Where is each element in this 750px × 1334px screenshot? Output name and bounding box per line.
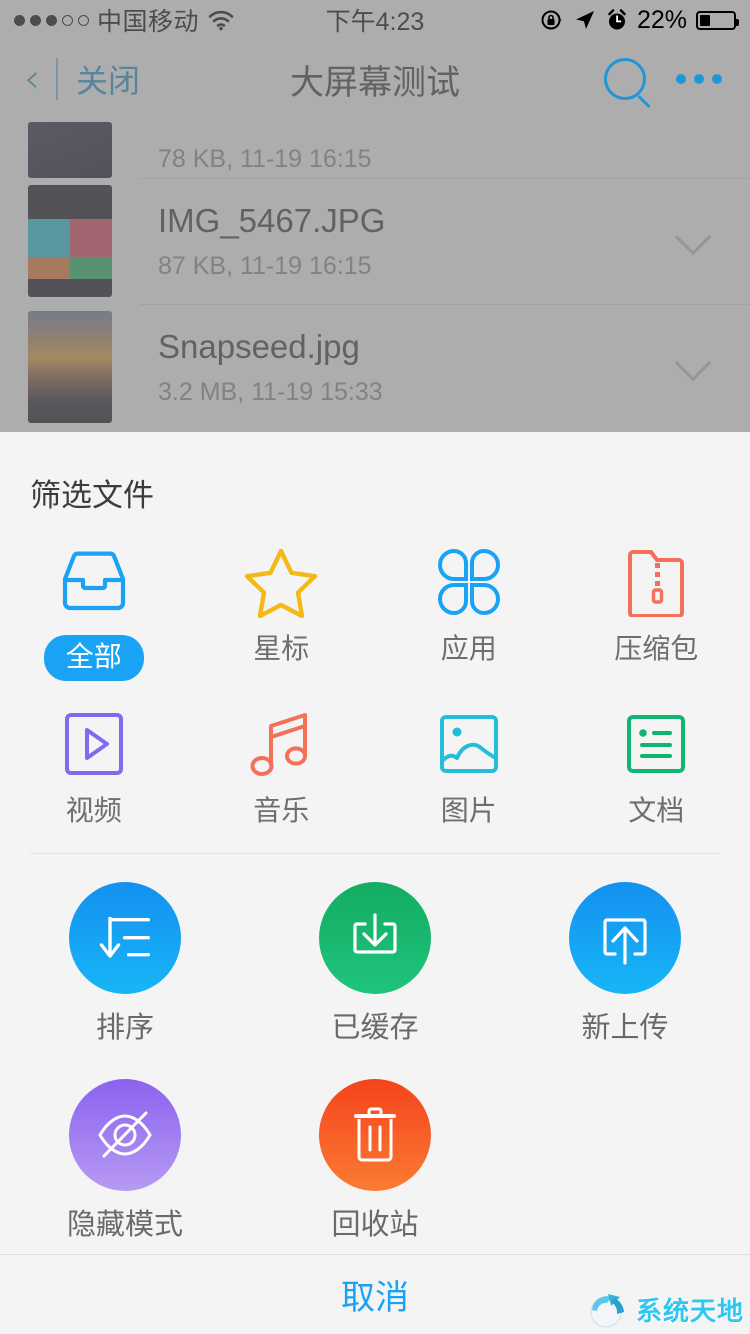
filter-label: 全部 <box>43 635 144 681</box>
rotation-lock-icon <box>541 10 562 30</box>
search-icon[interactable] <box>604 58 646 100</box>
status-bar-right: 22% <box>540 5 739 35</box>
battery-icon <box>696 10 739 30</box>
sort-descending-icon <box>69 881 181 994</box>
action-item-sort[interactable]: 排序 <box>0 860 250 1057</box>
download-box-icon <box>319 881 431 994</box>
filter-label: 图片 <box>440 795 497 826</box>
image-picture-icon <box>430 705 508 783</box>
star-icon <box>242 543 320 621</box>
action-item-hidden-mode[interactable]: 隐藏模式 <box>0 1057 250 1254</box>
document-list-icon <box>617 705 695 783</box>
filter-item-video[interactable]: 视频 <box>0 691 188 835</box>
filter-label: 应用 <box>440 633 497 664</box>
filter-item-apps[interactable]: 应用 <box>375 529 563 691</box>
filter-label: 音乐 <box>253 795 310 826</box>
sheet-title: 筛选文件 <box>30 478 154 513</box>
alarm-clock-icon <box>608 9 626 30</box>
video-play-icon <box>55 705 133 783</box>
upload-box-icon <box>569 881 681 994</box>
action-item-recycle-bin[interactable]: 回收站 <box>250 1057 500 1254</box>
more-dots-icon[interactable] <box>676 74 726 84</box>
action-item-upload[interactable]: 新上传 <box>500 860 750 1057</box>
globe-logo-icon <box>590 1294 624 1328</box>
action-label: 回收站 <box>331 1208 419 1241</box>
filter-item-star[interactable]: 星标 <box>188 529 376 691</box>
watermark-text: 系统天地 <box>635 1295 744 1326</box>
watermark: 系统天地 <box>586 1288 744 1330</box>
music-note-icon <box>242 705 320 783</box>
filter-label: 文档 <box>628 795 685 826</box>
trash-can-icon <box>319 1078 431 1191</box>
nav-bar-right <box>604 58 726 100</box>
filter-item-music[interactable]: 音乐 <box>188 691 376 835</box>
filter-label: 压缩包 <box>614 633 699 664</box>
apps-grid-icon <box>430 543 508 621</box>
filter-grid: 全部 星标 应用 压缩包 视频 音乐 图片 文档 <box>0 515 750 835</box>
eye-slash-icon <box>69 1078 181 1191</box>
filter-item-all[interactable]: 全部 <box>0 529 188 691</box>
inbox-tray-icon <box>55 543 133 621</box>
filter-item-document[interactable]: 文档 <box>563 691 750 835</box>
filter-label: 星标 <box>253 633 310 664</box>
filter-action-sheet: 筛选文件 全部 星标 应用 压缩包 视频 音乐 图片 文档 排序 已缓存 新上传… <box>0 432 750 1334</box>
action-label: 隐藏模式 <box>66 1208 183 1241</box>
action-label: 新上传 <box>581 1011 669 1044</box>
battery-percent-label: 22% <box>636 5 687 34</box>
location-arrow-icon <box>575 11 594 29</box>
filter-item-image[interactable]: 图片 <box>375 691 563 835</box>
action-label: 已缓存 <box>331 1011 419 1044</box>
filter-label: 视频 <box>65 795 122 826</box>
action-item-cached[interactable]: 已缓存 <box>250 860 500 1057</box>
action-label: 排序 <box>95 1011 154 1044</box>
filter-item-archive[interactable]: 压缩包 <box>563 529 750 691</box>
action-grid: 排序 已缓存 新上传 隐藏模式 回收站 <box>0 854 750 1254</box>
zip-folder-icon <box>617 543 695 621</box>
